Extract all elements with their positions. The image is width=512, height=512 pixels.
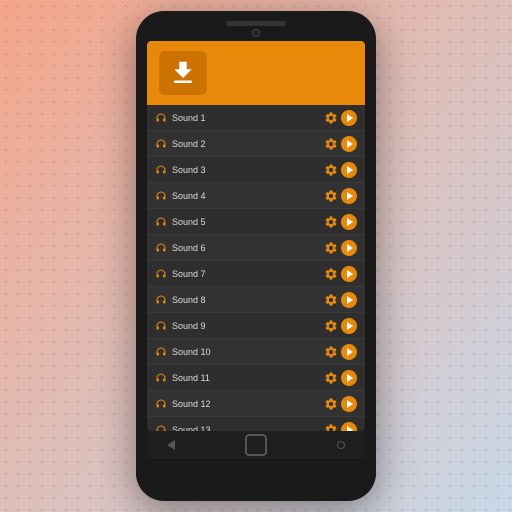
sound-name: Sound 8 <box>172 295 324 305</box>
top-speaker <box>226 21 286 26</box>
play-button[interactable] <box>341 318 357 334</box>
sound-name: Sound 7 <box>172 269 324 279</box>
back-button[interactable] <box>167 440 175 450</box>
play-button[interactable] <box>341 292 357 308</box>
play-button[interactable] <box>341 266 357 282</box>
sound-item[interactable]: Sound 5 <box>147 209 365 235</box>
download-icon <box>168 58 198 88</box>
headphone-icon <box>155 216 167 228</box>
sound-item[interactable]: Sound 3 <box>147 157 365 183</box>
phone-frame: Sound 1 Sound 2 Sound 3 Sound 4 Sound 5 Sound… <box>136 11 376 501</box>
headphone-icon <box>155 424 167 432</box>
sound-item[interactable]: Sound 8 <box>147 287 365 313</box>
sound-item[interactable]: Sound 9 <box>147 313 365 339</box>
sound-item[interactable]: Sound 1 <box>147 105 365 131</box>
sound-name: Sound 5 <box>172 217 324 227</box>
sound-item[interactable]: Sound 4 <box>147 183 365 209</box>
gear-icon[interactable] <box>324 267 338 281</box>
sound-name: Sound 9 <box>172 321 324 331</box>
headphone-icon <box>155 138 167 150</box>
gear-icon[interactable] <box>324 137 338 151</box>
sound-item[interactable]: Sound 7 <box>147 261 365 287</box>
sound-name: Sound 10 <box>172 347 324 357</box>
gear-icon[interactable] <box>324 163 338 177</box>
gear-icon[interactable] <box>324 345 338 359</box>
sound-item[interactable]: Sound 11 <box>147 365 365 391</box>
play-button[interactable] <box>341 214 357 230</box>
phone-screen: Sound 1 Sound 2 Sound 3 Sound 4 Sound 5 Sound… <box>147 41 365 431</box>
headphone-icon <box>155 294 167 306</box>
play-button[interactable] <box>341 240 357 256</box>
play-button[interactable] <box>341 396 357 412</box>
sound-name: Sound 12 <box>172 399 324 409</box>
headphone-icon <box>155 398 167 410</box>
play-button[interactable] <box>341 370 357 386</box>
download-icon-box <box>159 51 207 95</box>
gear-icon[interactable] <box>324 189 338 203</box>
download-banner[interactable] <box>147 41 365 105</box>
gear-icon[interactable] <box>324 397 338 411</box>
play-button[interactable] <box>341 422 357 432</box>
gear-icon[interactable] <box>324 241 338 255</box>
headphone-icon <box>155 268 167 280</box>
recents-button[interactable] <box>337 441 345 449</box>
headphone-icon <box>155 164 167 176</box>
headphone-icon <box>155 242 167 254</box>
headphone-icon <box>155 190 167 202</box>
sound-item[interactable]: Sound 10 <box>147 339 365 365</box>
sound-name: Sound 11 <box>172 373 324 383</box>
play-button[interactable] <box>341 188 357 204</box>
gear-icon[interactable] <box>324 293 338 307</box>
phone-bottom-bar <box>136 459 376 477</box>
sound-list: Sound 1 Sound 2 Sound 3 Sound 4 Sound 5 Sound… <box>147 105 365 431</box>
phone-nav-bar <box>147 431 365 459</box>
gear-icon[interactable] <box>324 423 338 432</box>
sound-item[interactable]: Sound 12 <box>147 391 365 417</box>
headphone-icon <box>155 112 167 124</box>
headphone-icon <box>155 346 167 358</box>
headphone-icon <box>155 372 167 384</box>
sound-name: Sound 4 <box>172 191 324 201</box>
sound-name: Sound 13 <box>172 425 324 432</box>
sound-name: Sound 1 <box>172 113 324 123</box>
sound-name: Sound 3 <box>172 165 324 175</box>
gear-icon[interactable] <box>324 215 338 229</box>
gear-icon[interactable] <box>324 111 338 125</box>
sound-item[interactable]: Sound 6 <box>147 235 365 261</box>
play-button[interactable] <box>341 136 357 152</box>
sound-item[interactable]: Sound 2 <box>147 131 365 157</box>
home-button[interactable] <box>245 434 267 456</box>
front-camera <box>252 29 260 37</box>
gear-icon[interactable] <box>324 371 338 385</box>
play-button[interactable] <box>341 110 357 126</box>
gear-icon[interactable] <box>324 319 338 333</box>
sound-item[interactable]: Sound 13 <box>147 417 365 431</box>
sound-name: Sound 6 <box>172 243 324 253</box>
sound-name: Sound 2 <box>172 139 324 149</box>
play-button[interactable] <box>341 344 357 360</box>
play-button[interactable] <box>341 162 357 178</box>
headphone-icon <box>155 320 167 332</box>
